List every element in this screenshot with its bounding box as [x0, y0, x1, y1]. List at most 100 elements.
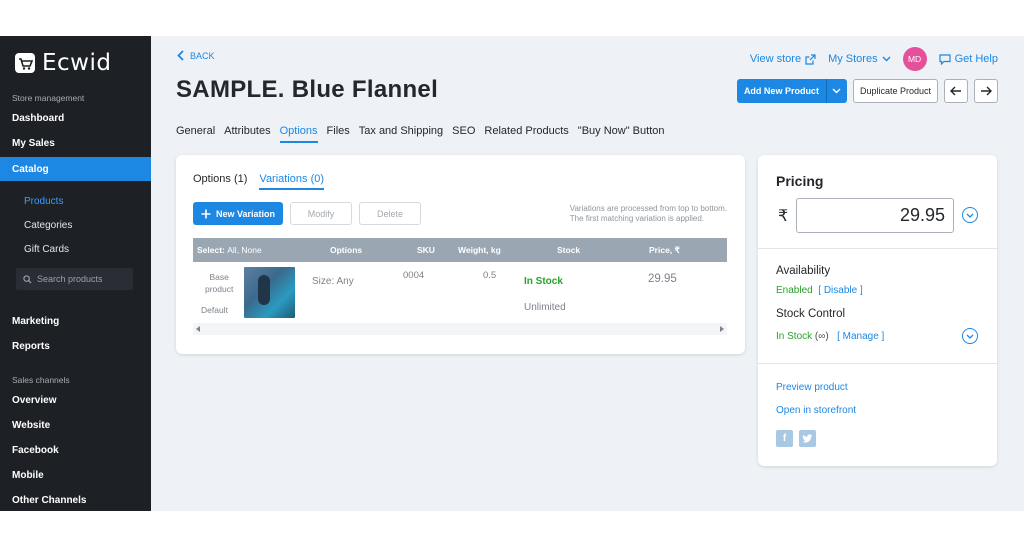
- col-stock: Stock: [557, 245, 581, 255]
- row-stock: In Stock: [524, 276, 563, 287]
- sidebar-item-reports[interactable]: Reports: [0, 334, 151, 358]
- external-link-icon: [805, 53, 816, 65]
- sidebar-subitem-gift-cards[interactable]: Gift Cards: [0, 238, 151, 260]
- back-label: BACK: [190, 50, 215, 61]
- default-label: Default: [201, 305, 228, 315]
- sidebar-item-dashboard[interactable]: Dashboard: [0, 106, 151, 130]
- row-stock-sub: Unlimited: [524, 302, 566, 313]
- twitter-icon[interactable]: [799, 430, 816, 447]
- avatar[interactable]: MD: [902, 47, 927, 71]
- variations-note: Variations are processed from top to bot…: [570, 204, 727, 224]
- add-new-product-button[interactable]: Add New Product: [736, 79, 847, 103]
- tab-general[interactable]: General: [176, 125, 215, 143]
- app-frame: Ecwid Store management Dashboard My Sale…: [0, 36, 1024, 511]
- row-weight: 0.5: [483, 270, 497, 281]
- previous-product-button[interactable]: [944, 79, 968, 103]
- disable-link[interactable]: [ Disable ]: [818, 285, 862, 296]
- base-line-1: Base: [209, 272, 229, 282]
- subtab-options[interactable]: Options (1): [193, 173, 247, 190]
- new-variation-label: New Variation: [216, 208, 276, 219]
- sidebar-item-website[interactable]: Website: [0, 413, 151, 437]
- sidebar-item-my-sales[interactable]: My Sales: [0, 131, 151, 155]
- delete-button[interactable]: Delete: [359, 202, 422, 225]
- availability-label: Availability: [776, 265, 831, 277]
- pricing-card: Pricing ₹ Availability Enabled [ Disable…: [758, 155, 997, 466]
- select-all-none-link[interactable]: All, None: [227, 245, 262, 255]
- preview-product-link[interactable]: Preview product: [776, 382, 848, 393]
- back-link[interactable]: BACK: [177, 50, 215, 61]
- brand-name: Ecwid: [42, 50, 112, 76]
- sidebar-item-facebook[interactable]: Facebook: [0, 438, 151, 462]
- my-stores-label: My Stores: [828, 53, 878, 65]
- row-price: 29.95: [648, 273, 677, 285]
- stock-row: In Stock (∞) [ Manage ]: [776, 331, 884, 342]
- sidebar-subitem-products[interactable]: Products: [0, 190, 151, 212]
- sidebar-item-overview[interactable]: Overview: [0, 388, 151, 412]
- facebook-icon[interactable]: f: [776, 430, 793, 447]
- manage-link[interactable]: [ Manage ]: [837, 331, 884, 342]
- tab-attributes[interactable]: Attributes: [224, 125, 270, 143]
- open-storefront-link[interactable]: Open in storefront: [776, 405, 856, 416]
- product-actions: Add New Product Duplicate Product: [736, 79, 998, 103]
- tab-buy-now-button[interactable]: "Buy Now" Button: [578, 125, 665, 143]
- scroll-left-icon[interactable]: [196, 326, 201, 332]
- tab-seo[interactable]: SEO: [452, 125, 475, 143]
- subtab-variations[interactable]: Variations (0): [259, 173, 325, 190]
- page-title: SAMPLE. Blue Flannel: [176, 76, 439, 103]
- sidebar-item-other-channels[interactable]: Other Channels: [0, 488, 151, 512]
- store-management-label: Store management: [12, 93, 85, 103]
- add-new-product-label: Add New Product: [737, 79, 827, 103]
- modify-button[interactable]: Modify: [290, 202, 353, 225]
- new-variation-button[interactable]: New Variation: [193, 202, 284, 225]
- top-bar: View store My Stores MD Get Help: [750, 47, 998, 71]
- chevron-left-icon: [177, 50, 184, 61]
- get-help-link[interactable]: Get Help: [938, 53, 998, 65]
- row-sku: 0004: [403, 270, 425, 281]
- next-product-button[interactable]: [974, 79, 998, 103]
- col-weight: Weight, kg: [458, 245, 501, 255]
- stock-expand-button[interactable]: [962, 328, 978, 344]
- chevron-down-icon: [832, 88, 841, 94]
- horizontal-scrollbar[interactable]: [193, 323, 727, 335]
- sidebar-search[interactable]: [16, 268, 133, 290]
- get-help-label: Get Help: [954, 53, 998, 65]
- search-products-input[interactable]: [37, 274, 127, 284]
- view-store-label: View store: [749, 53, 802, 65]
- my-stores-dropdown[interactable]: My Stores: [828, 53, 891, 65]
- chevron-down-icon: [966, 334, 974, 339]
- note-line-1: Variations are processed from top to bot…: [569, 204, 727, 213]
- chevron-down-icon: [882, 56, 891, 62]
- plus-icon: [201, 209, 211, 218]
- tab-related-products[interactable]: Related Products: [484, 125, 568, 143]
- currency-symbol: ₹: [778, 208, 789, 225]
- sales-channels-label: Sales channels: [12, 375, 70, 385]
- product-tabs: General Attributes Options Files Tax and…: [176, 125, 664, 143]
- duplicate-product-button[interactable]: Duplicate Product: [852, 79, 938, 103]
- logo[interactable]: Ecwid: [14, 50, 111, 76]
- tab-tax-and-shipping[interactable]: Tax and Shipping: [359, 125, 443, 143]
- view-store-link[interactable]: View store: [750, 53, 816, 65]
- variations-card: Options (1) Variations (0) New Variation…: [176, 155, 745, 354]
- price-input[interactable]: [796, 198, 954, 233]
- stock-quantity: (∞): [814, 331, 829, 342]
- sidebar-item-mobile[interactable]: Mobile: [0, 463, 151, 487]
- availability-row: Enabled [ Disable ]: [776, 285, 863, 296]
- tab-options[interactable]: Options: [279, 125, 318, 143]
- add-product-dropdown-toggle[interactable]: [827, 88, 847, 94]
- sidebar: Ecwid Store management Dashboard My Sale…: [0, 36, 151, 511]
- tab-files[interactable]: Files: [327, 125, 350, 143]
- main-content: BACK SAMPLE. Blue Flannel View store My …: [151, 36, 1024, 511]
- table-row[interactable]: Base product Default Size: Any 0004 0.5 I…: [193, 262, 727, 323]
- scroll-right-icon[interactable]: [719, 326, 724, 332]
- base-line-2: product: [205, 284, 234, 294]
- options-subtabs: Options (1) Variations (0): [193, 173, 325, 190]
- chevron-down-icon: [966, 213, 974, 218]
- product-thumbnail: [244, 267, 295, 318]
- stock-value: In Stock: [776, 331, 813, 342]
- pricing-expand-button[interactable]: [962, 207, 978, 223]
- note-line-2: The first matching variation is applied.: [569, 214, 705, 223]
- sidebar-item-catalog[interactable]: Catalog: [0, 157, 151, 181]
- sidebar-item-marketing[interactable]: Marketing: [0, 309, 151, 333]
- sidebar-subitem-categories[interactable]: Categories: [0, 214, 151, 236]
- variation-actions: New Variation Modify Delete: [193, 202, 422, 225]
